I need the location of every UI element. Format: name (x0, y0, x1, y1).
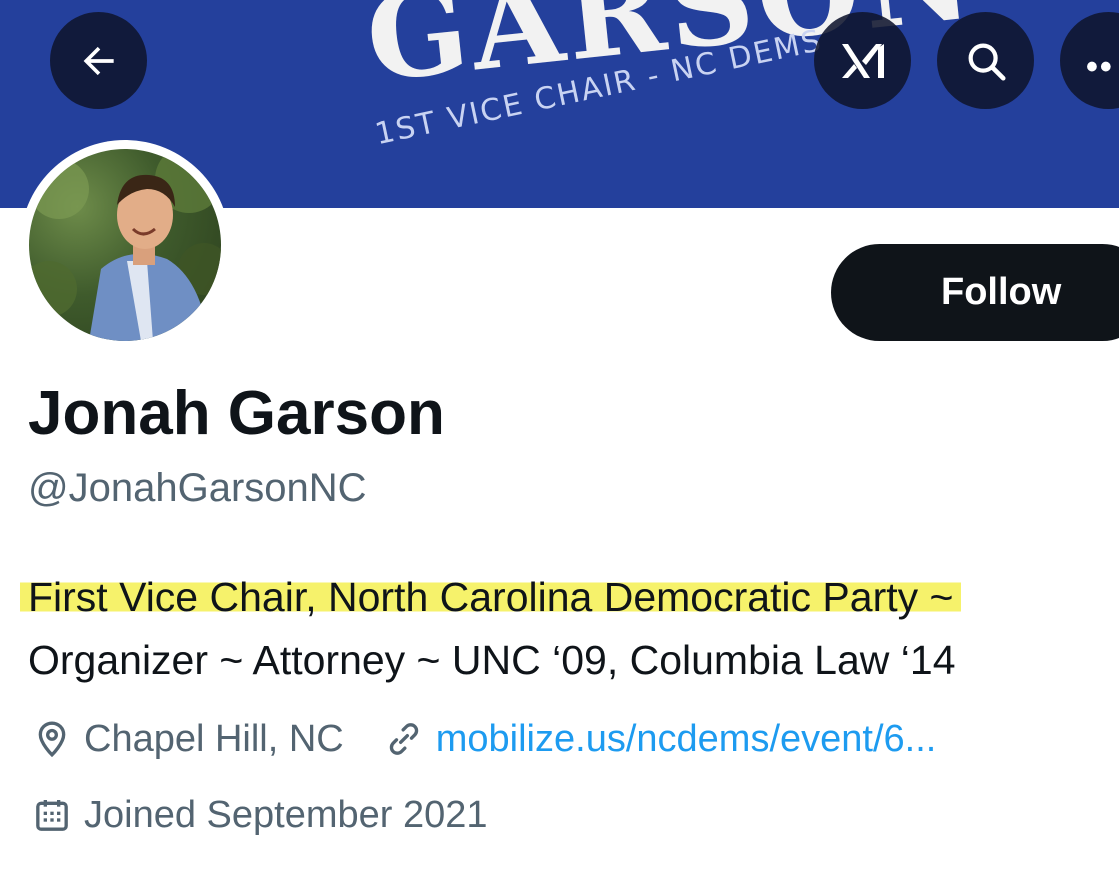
follow-button[interactable]: Follow (831, 244, 1119, 341)
profile-meta-joined-row: Joined September 2021 (32, 790, 488, 840)
more-icon: •• (1086, 48, 1114, 86)
link-icon (389, 723, 418, 755)
back-arrow-icon (83, 46, 114, 75)
calendar-icon (36, 800, 68, 831)
bio-line-2: Organizer ~ Attorney ~ UNC ‘09, Columbia… (28, 637, 956, 683)
search-button[interactable] (937, 12, 1034, 109)
profile-meta-location-row: Chapel Hill, NC mobilize.us/ncdems/event… (32, 714, 936, 764)
user-handle: @JonahGarsonNC (28, 466, 367, 510)
joined-date-text: Joined September 2021 (84, 793, 488, 836)
avatar-photo (29, 149, 221, 341)
grok-icon (841, 43, 884, 78)
location-pin-icon (38, 721, 66, 758)
grok-button[interactable] (814, 12, 911, 109)
bio: First Vice Chair, North Carolina Democra… (20, 566, 1108, 692)
display-name: Jonah Garson (28, 379, 445, 448)
back-button[interactable] (50, 12, 147, 109)
search-icon (968, 43, 1006, 81)
avatar[interactable] (20, 140, 230, 350)
location-text: Chapel Hill, NC (84, 717, 344, 760)
website-link[interactable]: mobilize.us/ncdems/event/6... (436, 718, 937, 761)
bio-line-highlighted: First Vice Chair, North Carolina Democra… (20, 574, 962, 620)
